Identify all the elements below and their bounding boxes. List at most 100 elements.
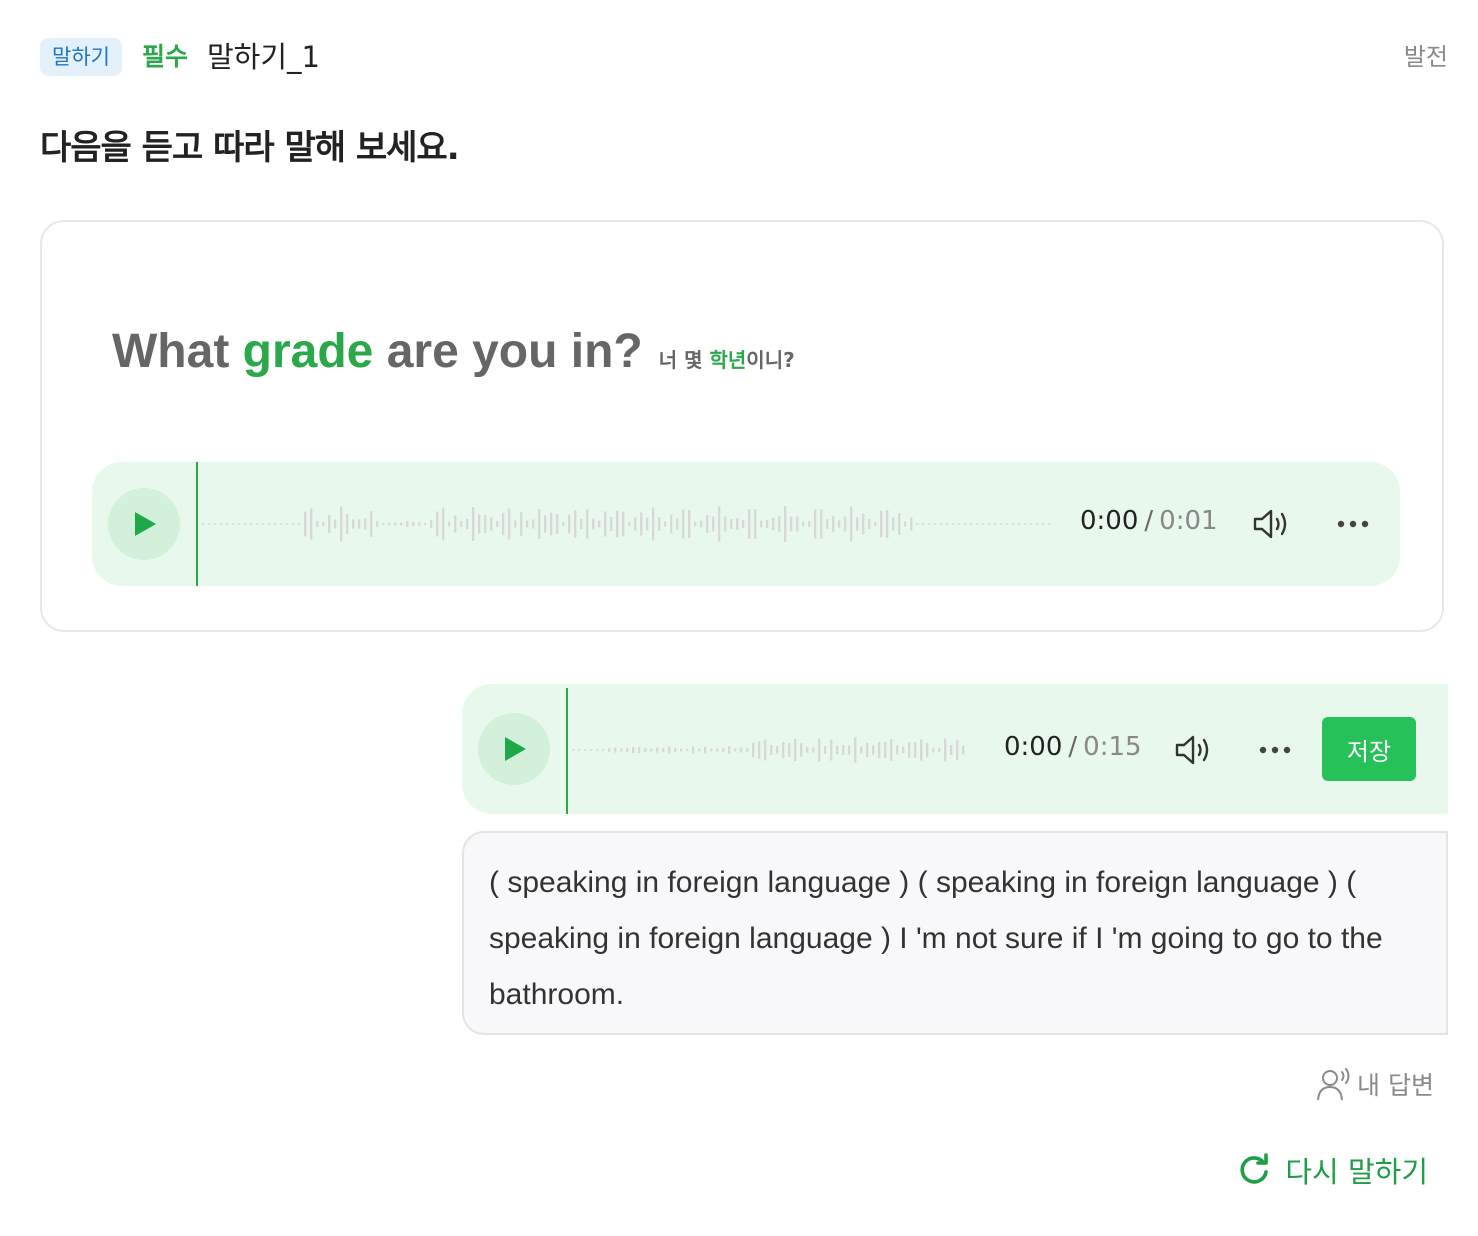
waveform-bar (760, 520, 763, 528)
waveform-bar (226, 523, 229, 525)
waveform-bar (376, 521, 379, 527)
waveform-bar (412, 521, 415, 527)
waveform-bar (274, 523, 277, 525)
my-answer-text: 내 답변 (1357, 1071, 1434, 1100)
waveform-bar (316, 520, 319, 528)
waveform-bar (580, 518, 583, 530)
waveform-bar (938, 747, 941, 753)
current-time: 0:00 (1080, 506, 1139, 536)
play-icon (135, 512, 156, 536)
transcript-text: ( speaking in foreign language ) ( speak… (462, 831, 1448, 1035)
waveform-bar (578, 749, 581, 751)
waveform-bar (758, 741, 761, 759)
waveform-bar (856, 517, 859, 531)
retry-label: 다시 말하기 (1285, 1155, 1428, 1189)
speaking-person-icon (1317, 1068, 1350, 1101)
waveform-bar (400, 522, 403, 526)
waveform-bar (832, 516, 835, 532)
waveform-bar (848, 745, 851, 755)
waveform-bar (436, 511, 439, 537)
waveform-bar (626, 747, 629, 753)
waveform-bar (352, 519, 355, 529)
waveform-bar (944, 738, 947, 762)
waveform[interactable] (202, 502, 1052, 546)
waveform-bar (796, 516, 799, 532)
waveform-bar (664, 521, 667, 527)
waveform-bar (454, 515, 457, 533)
retry-speaking-button[interactable]: 다시 말하기 (1237, 1150, 1428, 1190)
waveform-bar (688, 509, 691, 539)
sentence-part: What (112, 325, 243, 378)
waveform-bar (962, 745, 965, 755)
playback-cursor[interactable] (196, 462, 198, 586)
answer-audio-player: 0:00/0:15 저장 (462, 684, 1448, 814)
waveform-bar (328, 514, 331, 534)
waveform-bar (1030, 523, 1033, 525)
volume-icon[interactable] (1174, 733, 1214, 767)
waveform-bar (772, 517, 775, 531)
waveform-bar (988, 523, 991, 525)
waveform-bar (734, 748, 737, 752)
waveform-bar (586, 509, 589, 539)
highlight-word: grade (242, 325, 374, 378)
time-separator: / (1144, 506, 1154, 536)
waveform-bar (740, 747, 743, 753)
waveform-bar (574, 510, 577, 538)
more-options-icon[interactable] (1336, 518, 1370, 530)
waveform-bar (590, 749, 593, 751)
waveform-bar (478, 514, 481, 534)
waveform-bar (914, 742, 917, 758)
korean-translation: 너 몇 학년이니? (659, 348, 795, 372)
play-button[interactable] (108, 488, 180, 560)
duration-time: 0:01 (1159, 506, 1218, 536)
english-sentence: What grade are you in? (112, 325, 643, 378)
waveform-bar (964, 523, 967, 525)
duration-time: 0:15 (1083, 732, 1142, 762)
waveform-bar (310, 508, 313, 540)
translation-part: 너 몇 (658, 348, 710, 372)
waveform-bar (604, 511, 607, 537)
waveform-bar (686, 748, 689, 752)
waveform-bar (662, 747, 665, 753)
waveform[interactable] (572, 728, 972, 772)
playback-cursor[interactable] (566, 688, 568, 814)
waveform-bar (1042, 523, 1045, 525)
current-time: 0:00 (1004, 732, 1063, 762)
waveform-bar (958, 523, 961, 525)
waveform-bar (652, 507, 655, 541)
time-separator: / (1068, 732, 1078, 762)
waveform-bar (742, 520, 745, 528)
instruction-text: 다음을 듣고 따라 말해 보세요. (40, 128, 460, 168)
waveform-bar (292, 523, 295, 525)
waveform-bar (896, 745, 899, 755)
waveform-bar (634, 517, 637, 531)
waveform-bar (794, 738, 797, 762)
more-options-icon[interactable] (1258, 744, 1292, 756)
volume-icon[interactable] (1252, 507, 1292, 541)
waveform-bar (746, 748, 749, 752)
play-button[interactable] (478, 713, 550, 785)
waveform-bar (812, 747, 815, 753)
save-button[interactable]: 저장 (1322, 717, 1416, 781)
waveform-bar (718, 506, 721, 542)
waveform-bar (262, 523, 265, 525)
waveform-bar (730, 519, 733, 529)
waveform-bar (520, 512, 523, 536)
waveform-bar (460, 520, 463, 528)
waveform-bar (644, 747, 647, 753)
waveform-bar (752, 742, 755, 758)
time-display: 0:00/0:15 (1004, 732, 1142, 762)
waveform-bar (874, 521, 877, 527)
waveform-bar (388, 522, 391, 526)
waveform-bar (608, 748, 611, 752)
waveform-bar (550, 512, 553, 536)
waveform-bar (866, 742, 869, 758)
waveform-bar (884, 742, 887, 758)
waveform-bar (842, 744, 845, 756)
question-sentence: What grade are you in? 너 몇 학년이니? (112, 324, 795, 379)
waveform-bar (1006, 523, 1009, 525)
waveform-bar (620, 748, 623, 752)
waveform-bar (706, 515, 709, 533)
waveform-bar (572, 749, 575, 751)
waveform-bar (238, 523, 241, 525)
